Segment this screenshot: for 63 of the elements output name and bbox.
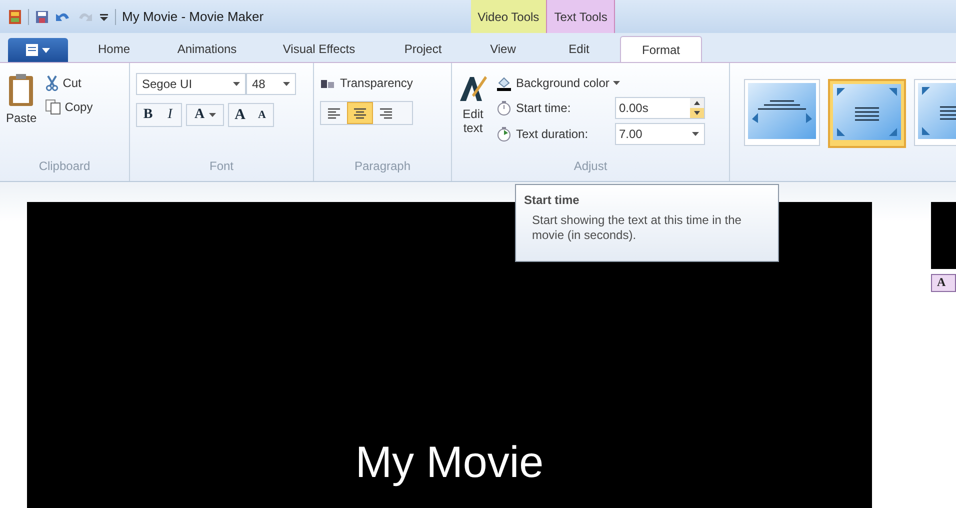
letters-icon xyxy=(320,77,336,89)
group-label: Paragraph xyxy=(353,159,412,175)
group-label: Adjust xyxy=(572,159,608,175)
caret-icon xyxy=(208,113,216,117)
font-family-dropdown[interactable]: Segoe UI xyxy=(136,73,246,95)
film-icon xyxy=(8,8,22,24)
ribbon-tab[interactable]: Edit xyxy=(538,36,620,62)
clip-thumbnail[interactable] xyxy=(931,202,956,269)
caret-icon xyxy=(613,81,620,85)
font-color-button[interactable]: A xyxy=(186,104,224,126)
clipboard-icon xyxy=(7,73,36,107)
italic-button[interactable]: I xyxy=(159,104,181,126)
dropdown-icon[interactable] xyxy=(99,12,109,22)
copy-button[interactable]: Copy xyxy=(44,97,93,117)
scissors-icon xyxy=(44,75,59,91)
bold-button[interactable]: B xyxy=(137,104,159,126)
tooltip-title: Start time xyxy=(524,193,580,207)
cut-button[interactable]: Cut xyxy=(44,73,93,93)
text-duration-dropdown[interactable]: 7.00 xyxy=(615,123,705,145)
ribbon-tab[interactable]: Home xyxy=(74,36,154,62)
text-duration-label: Text duration: xyxy=(516,127,590,141)
grow-font-button[interactable]: A xyxy=(229,104,251,126)
ribbon-tab[interactable]: Project xyxy=(378,36,468,62)
paste-button[interactable]: Paste xyxy=(6,73,37,159)
align-center-button[interactable] xyxy=(347,102,373,124)
start-time-label: Start time: xyxy=(516,101,572,115)
text-effect-thumbnail[interactable] xyxy=(744,79,820,146)
group-label: Font xyxy=(208,159,234,175)
paint-bucket-icon xyxy=(496,75,512,91)
ribbon-tab[interactable]: Visual Effects xyxy=(260,36,378,62)
caret-icon xyxy=(233,82,240,86)
align-right-icon xyxy=(378,106,394,120)
menu-icon xyxy=(25,43,51,57)
text-effect-thumbnail[interactable] xyxy=(828,79,906,148)
start-time-field[interactable]: 0.00s xyxy=(615,97,705,119)
text-marker[interactable]: A xyxy=(931,274,956,292)
caret-icon xyxy=(283,82,290,86)
shrink-font-button[interactable]: A xyxy=(251,104,273,126)
contextual-tab-label: Video Tools xyxy=(470,0,548,33)
spin-arrows-icon[interactable] xyxy=(690,98,704,118)
ribbon-tab[interactable]: Format xyxy=(620,36,702,62)
stopwatch-icon xyxy=(496,100,512,116)
ribbon-tab[interactable]: Animations xyxy=(154,36,260,62)
background-color-button[interactable]: Background color xyxy=(496,73,705,93)
align-center-icon xyxy=(352,106,368,120)
spread-effect-icon xyxy=(748,83,816,139)
tooltip-text: Start showing the text at this time in the movie (in seconds). xyxy=(531,213,742,243)
ribbon-tab[interactable]: View xyxy=(468,36,538,62)
align-left-icon xyxy=(326,106,342,120)
transparency-button[interactable]: Transparency xyxy=(320,73,413,93)
copy-icon xyxy=(44,99,61,115)
caret-icon xyxy=(692,132,699,136)
font-size-dropdown[interactable]: 48 xyxy=(246,73,296,95)
app-menu-button[interactable] xyxy=(8,38,68,62)
stopwatch-icon xyxy=(496,126,512,142)
expand-effect-icon xyxy=(833,84,901,140)
contextual-tab-label: Text Tools xyxy=(547,0,616,33)
edit-text-button[interactable]: Edit text xyxy=(458,73,488,159)
pencil-letter-icon xyxy=(458,73,488,103)
window-title: My Movie - Movie Maker xyxy=(122,9,264,24)
group-label: Clipboard xyxy=(38,159,92,175)
save-icon[interactable] xyxy=(35,10,49,24)
preview-caption: My Movie xyxy=(355,438,544,489)
